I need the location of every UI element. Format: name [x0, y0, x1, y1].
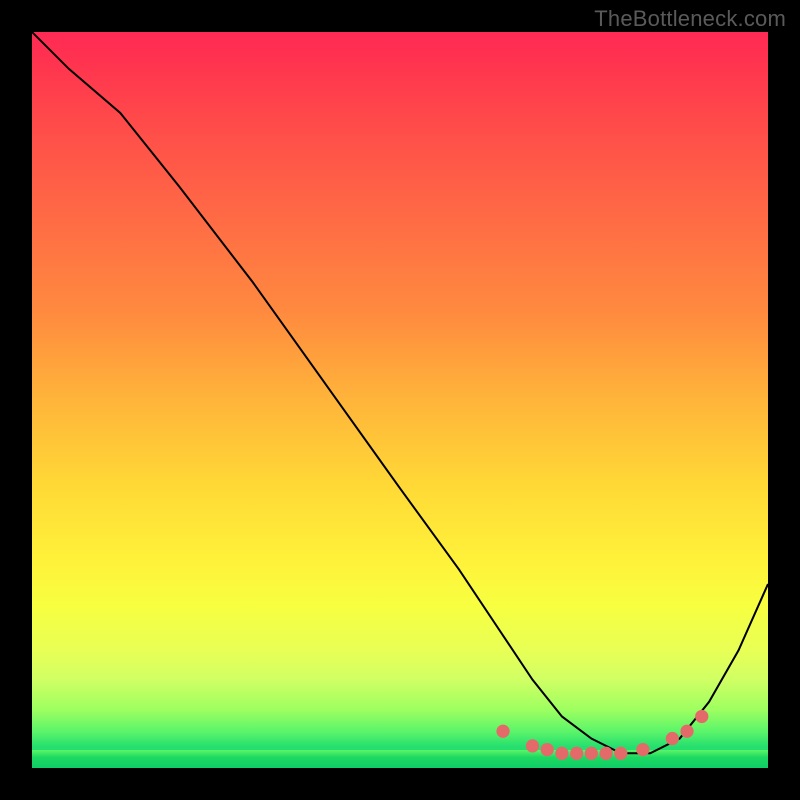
- marker-dot: [526, 739, 539, 752]
- marker-dot: [636, 743, 649, 756]
- marker-dot: [570, 747, 583, 760]
- marker-dot: [680, 725, 693, 738]
- plot-gradient-background: [32, 32, 768, 768]
- chart-frame: TheBottleneck.com: [0, 0, 800, 800]
- marker-dot: [614, 747, 627, 760]
- marker-dot: [541, 743, 554, 756]
- marker-dot: [555, 747, 568, 760]
- watermark-text: TheBottleneck.com: [594, 6, 786, 32]
- marker-dot: [599, 747, 612, 760]
- marker-dot: [585, 747, 598, 760]
- plot-area: [32, 32, 768, 768]
- curve-line: [32, 32, 768, 753]
- chart-svg: [32, 32, 768, 768]
- marker-dot: [666, 732, 679, 745]
- marker-dot: [496, 725, 509, 738]
- marker-dot: [695, 710, 708, 723]
- marker-dots: [496, 710, 708, 760]
